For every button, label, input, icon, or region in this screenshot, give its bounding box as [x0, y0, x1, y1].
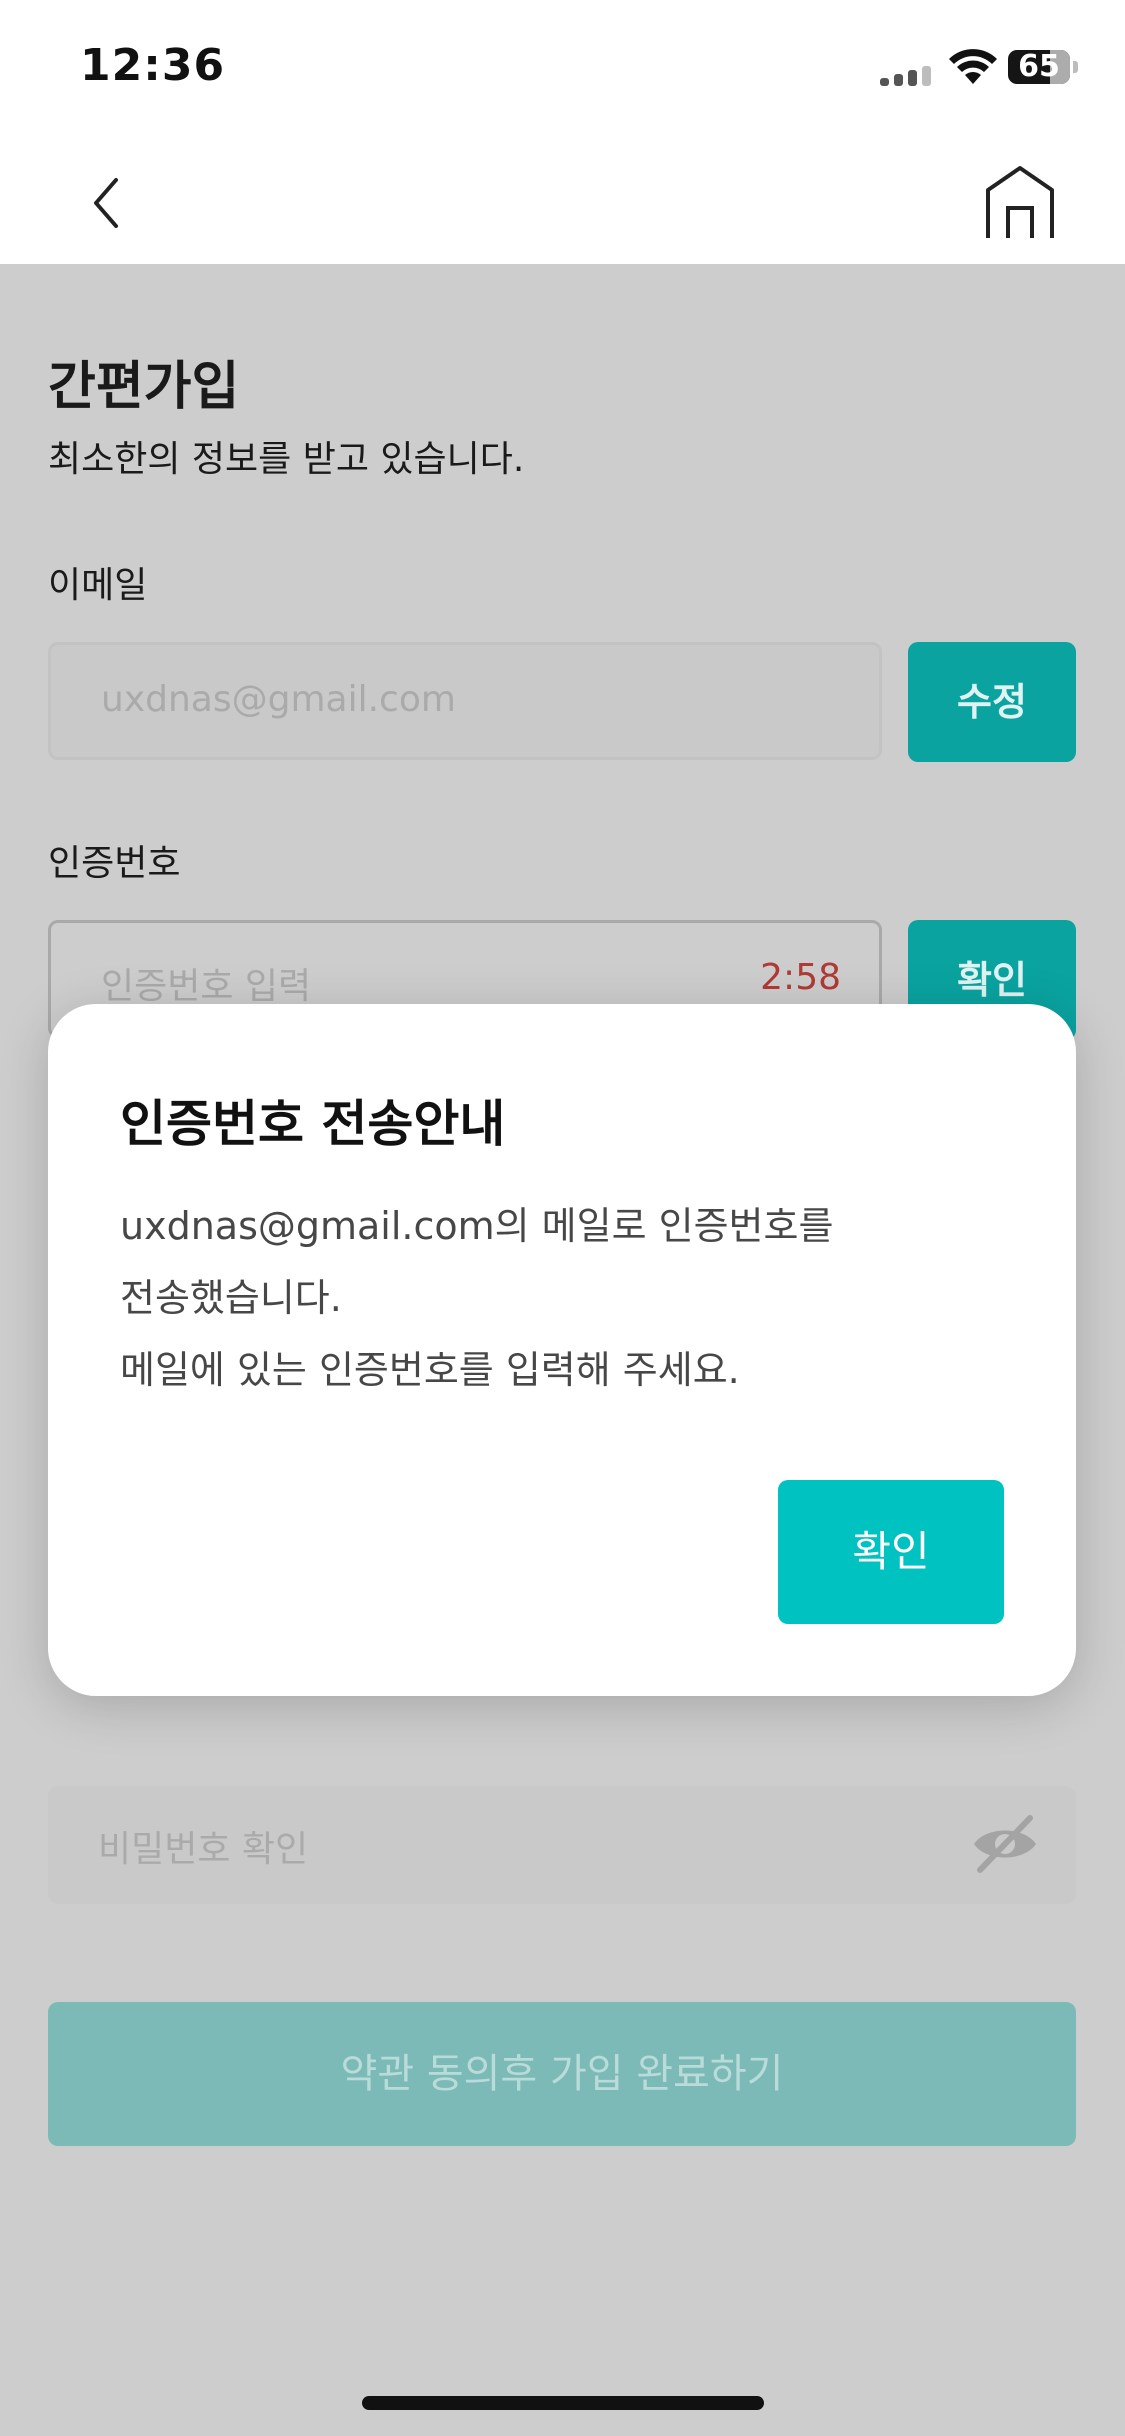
email-field[interactable]: uxdnas@gmail.com — [48, 642, 882, 760]
email-label: 이메일 — [48, 565, 148, 606]
code-placeholder: 인증번호 입력 — [101, 966, 312, 1007]
home-indicator — [362, 2396, 764, 2410]
dialog-line: uxdnas@gmail.com의 메일로 인증번호를 — [120, 1204, 834, 1248]
edit-email-button[interactable]: 수정 — [908, 642, 1076, 762]
email-value: uxdnas@gmail.com — [101, 679, 456, 720]
dialog-line: 메일에 있는 인증번호를 입력해 주세요. — [120, 1348, 740, 1392]
dialog-message: uxdnas@gmail.com의 메일로 인증번호를 전송했습니다. 메일에 … — [120, 1190, 1020, 1406]
status-time: 12:36 — [80, 40, 226, 91]
code-timer: 2:58 — [760, 957, 841, 998]
verification-sent-dialog: 인증번호 전송안내 uxdnas@gmail.com의 메일로 인증번호를 전송… — [48, 1004, 1076, 1696]
signal-icon — [880, 66, 936, 86]
back-chevron-icon[interactable] — [80, 168, 140, 238]
battery-icon: 65 — [1008, 49, 1078, 84]
eye-off-icon[interactable] — [970, 1812, 1040, 1876]
home-icon[interactable] — [980, 162, 1060, 242]
wifi-icon — [949, 49, 997, 84]
page-title: 간편가입 — [48, 357, 240, 417]
code-label: 인증번호 — [48, 843, 181, 884]
password-confirm-placeholder: 비밀번호 확인 — [98, 1829, 309, 1870]
dialog-confirm-button[interactable]: 확인 — [778, 1480, 1004, 1624]
password-confirm-field[interactable]: 비밀번호 확인 — [48, 1786, 1076, 1904]
battery-level: 65 — [1018, 49, 1060, 84]
dialog-title: 인증번호 전송안내 — [120, 1095, 506, 1153]
signup-complete-button[interactable]: 약관 동의후 가입 완료하기 — [48, 2002, 1076, 2146]
status-bar: 12:36 65 — [0, 0, 1125, 140]
page-subtitle: 최소한의 정보를 받고 있습니다. — [48, 439, 525, 480]
nav-bar — [0, 140, 1125, 264]
dialog-line: 전송했습니다. — [120, 1276, 342, 1320]
